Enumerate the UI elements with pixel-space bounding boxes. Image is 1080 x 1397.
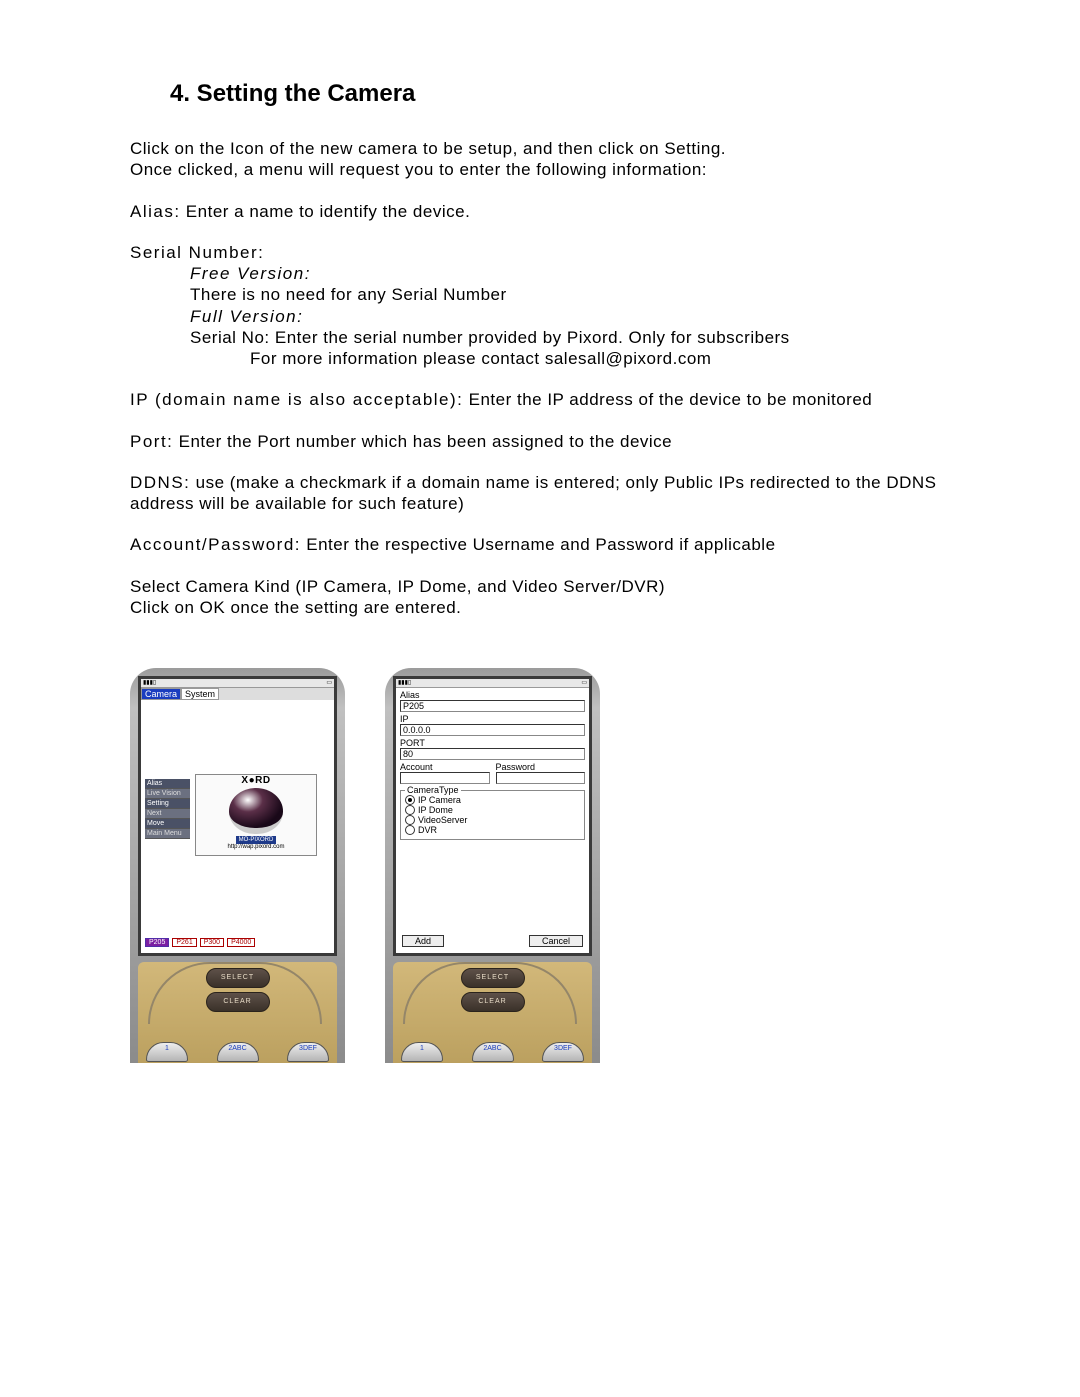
mo-pixord-tag: MO-PIXORD: [236, 836, 277, 844]
menu-live-vision[interactable]: Live Vision: [145, 789, 190, 799]
select-kind-line: Select Camera Kind (IP Camera, IP Dome, …: [130, 576, 950, 597]
serial-number-label: Serial Number:: [130, 242, 950, 263]
radio-dot-icon: [405, 795, 415, 805]
key-3[interactable]: 3DEF: [287, 1042, 329, 1062]
status-bar: ▮▮▮▯ ▭: [396, 679, 589, 688]
status-bar: ▮▮▮▯ ▭: [141, 679, 334, 688]
label-port: PORT: [400, 738, 585, 748]
label-account: Account: [400, 762, 490, 772]
input-account[interactable]: [400, 772, 490, 784]
click-ok-line: Click on OK once the setting are entered…: [130, 597, 950, 618]
section-heading: 4. Setting the Camera: [170, 80, 950, 108]
menu-setting[interactable]: Setting: [145, 799, 190, 809]
ddns-paragraph: DDNS: use (make a checkmark if a domain …: [130, 472, 950, 515]
ip-paragraph: IP (domain name is also acceptable): Ent…: [130, 389, 950, 410]
radio-ip-dome[interactable]: IP Dome: [405, 805, 580, 815]
phone-mock-left: ▮▮▮▯ ▭ Camera System Alias Live Vision Se…: [130, 668, 345, 1063]
alias-paragraph: Alias: Enter a name to identify the devi…: [130, 201, 950, 222]
signal-icon: ▮▮▮▯: [398, 679, 411, 687]
label-cameratype: CameraType: [405, 785, 461, 795]
account-paragraph: Account/Password: Enter the respective U…: [130, 534, 950, 555]
keypad-arc: [403, 962, 577, 1024]
free-version-desc: There is no need for any Serial Number: [190, 284, 950, 305]
full-version-line1: Serial No: Enter the serial number provi…: [190, 327, 950, 348]
label-alias: Alias: [400, 690, 585, 700]
context-menu: Alias Live Vision Setting Next Move Main…: [145, 779, 190, 839]
promo-url: http://wap.pixord.com: [196, 844, 316, 850]
camera-tile-p300[interactable]: P300: [200, 938, 224, 947]
key-2[interactable]: 2ABC: [217, 1042, 259, 1062]
menu-move[interactable]: Move: [145, 819, 190, 829]
signal-icon: ▮▮▮▯: [143, 679, 156, 687]
camera-type-group: CameraType IP Camera IP Dome VideoServer…: [400, 790, 585, 840]
battery-icon: ▭: [581, 679, 587, 687]
keypad-arc: [148, 962, 322, 1024]
free-version-label: Free Version:: [190, 263, 950, 284]
menu-main-menu[interactable]: Main Menu: [145, 829, 190, 839]
camera-tile-p4000[interactable]: P4000: [227, 938, 255, 947]
cancel-button[interactable]: Cancel: [529, 935, 583, 947]
key-2[interactable]: 2ABC: [472, 1042, 514, 1062]
menu-alias[interactable]: Alias: [145, 779, 190, 789]
camera-tile-p205[interactable]: P205: [145, 938, 169, 947]
add-button[interactable]: Add: [402, 935, 444, 947]
full-version-line2: For more information please contact sale…: [250, 348, 950, 369]
key-1[interactable]: 1: [401, 1042, 443, 1062]
radio-dot-icon: [405, 815, 415, 825]
full-version-label: Full Version:: [190, 306, 950, 327]
phone-mock-right: ▮▮▮▯ ▭ Alias P205 IP 0.0.0.0 PORT 80 Acco…: [385, 668, 600, 1063]
key-1[interactable]: 1: [146, 1042, 188, 1062]
radio-videoserver[interactable]: VideoServer: [405, 815, 580, 825]
battery-icon: ▭: [326, 679, 332, 687]
radio-dot-icon: [405, 805, 415, 815]
tab-system[interactable]: System: [181, 688, 219, 700]
radio-dvr[interactable]: DVR: [405, 825, 580, 835]
intro-paragraph: Click on the Icon of the new camera to b…: [130, 138, 950, 181]
menu-next[interactable]: Next: [145, 809, 190, 819]
input-ip[interactable]: 0.0.0.0: [400, 724, 585, 736]
pixord-logo: X●RD: [196, 775, 316, 786]
radio-dot-icon: [405, 825, 415, 835]
input-password[interactable]: [496, 772, 586, 784]
tab-camera[interactable]: Camera: [141, 688, 181, 700]
key-3[interactable]: 3DEF: [542, 1042, 584, 1062]
promo-box: X●RD MO-PIXORD http://wap.pixord.com: [195, 774, 317, 856]
port-paragraph: Port: Enter the Port number which has be…: [130, 431, 950, 452]
label-ip: IP: [400, 714, 585, 724]
label-password: Password: [496, 762, 586, 772]
input-port[interactable]: 80: [400, 748, 585, 760]
radio-ip-camera[interactable]: IP Camera: [405, 795, 580, 805]
input-alias[interactable]: P205: [400, 700, 585, 712]
dome-camera-icon: [229, 788, 283, 834]
camera-tile-p261[interactable]: P261: [172, 938, 196, 947]
